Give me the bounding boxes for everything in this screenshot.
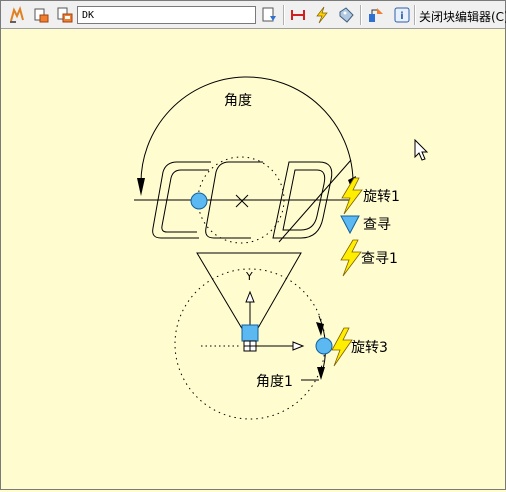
angle-arrow-left [137,178,145,196]
save-block-as-icon[interactable] [55,5,75,25]
x-axis-arrow [292,341,305,351]
action-icon[interactable] [312,5,332,25]
action-rotate1-icon [341,177,363,215]
parameter-set-icon[interactable] [336,5,356,25]
block-name-field[interactable] [77,6,256,24]
parameter-icon[interactable] [288,5,308,25]
base-point-grip [241,324,259,342]
info-icon[interactable]: i [392,5,412,25]
mouse-cursor-icon [414,138,429,161]
lookup1-label: 查寻1 [361,251,398,267]
lookup-grip-icon [340,215,360,235]
center-x-mark [235,194,249,208]
grip-left [190,192,208,210]
y-axis-label: Y [245,270,253,283]
angle-label: 角度 [224,93,252,109]
action-lookup1-icon [340,239,362,277]
svg-text:i: i [400,11,403,22]
grip-right [315,337,333,355]
auth-block-icon[interactable] [260,5,280,25]
save-block-icon[interactable] [31,5,51,25]
rotate1-label: 旋转1 [363,189,400,205]
block-editor-toolbar: i 关闭块编辑器(C) [1,1,506,29]
drawing-canvas[interactable]: 角度 旋转1 查寻 查寻1 Y 旋转3 角度1 [1,30,505,488]
lookup-label: 查寻 [363,217,391,233]
angle1-label: 角度1 [256,374,293,390]
y-axis-arrow [245,290,255,303]
close-block-editor-button[interactable]: 关闭块编辑器(C) [419,8,506,25]
rotate3-label: 旋转3 [351,340,388,356]
edit-block-icon[interactable] [7,5,27,25]
visibility-state-icon[interactable] [366,5,386,25]
action-rotate3-icon [331,327,353,367]
